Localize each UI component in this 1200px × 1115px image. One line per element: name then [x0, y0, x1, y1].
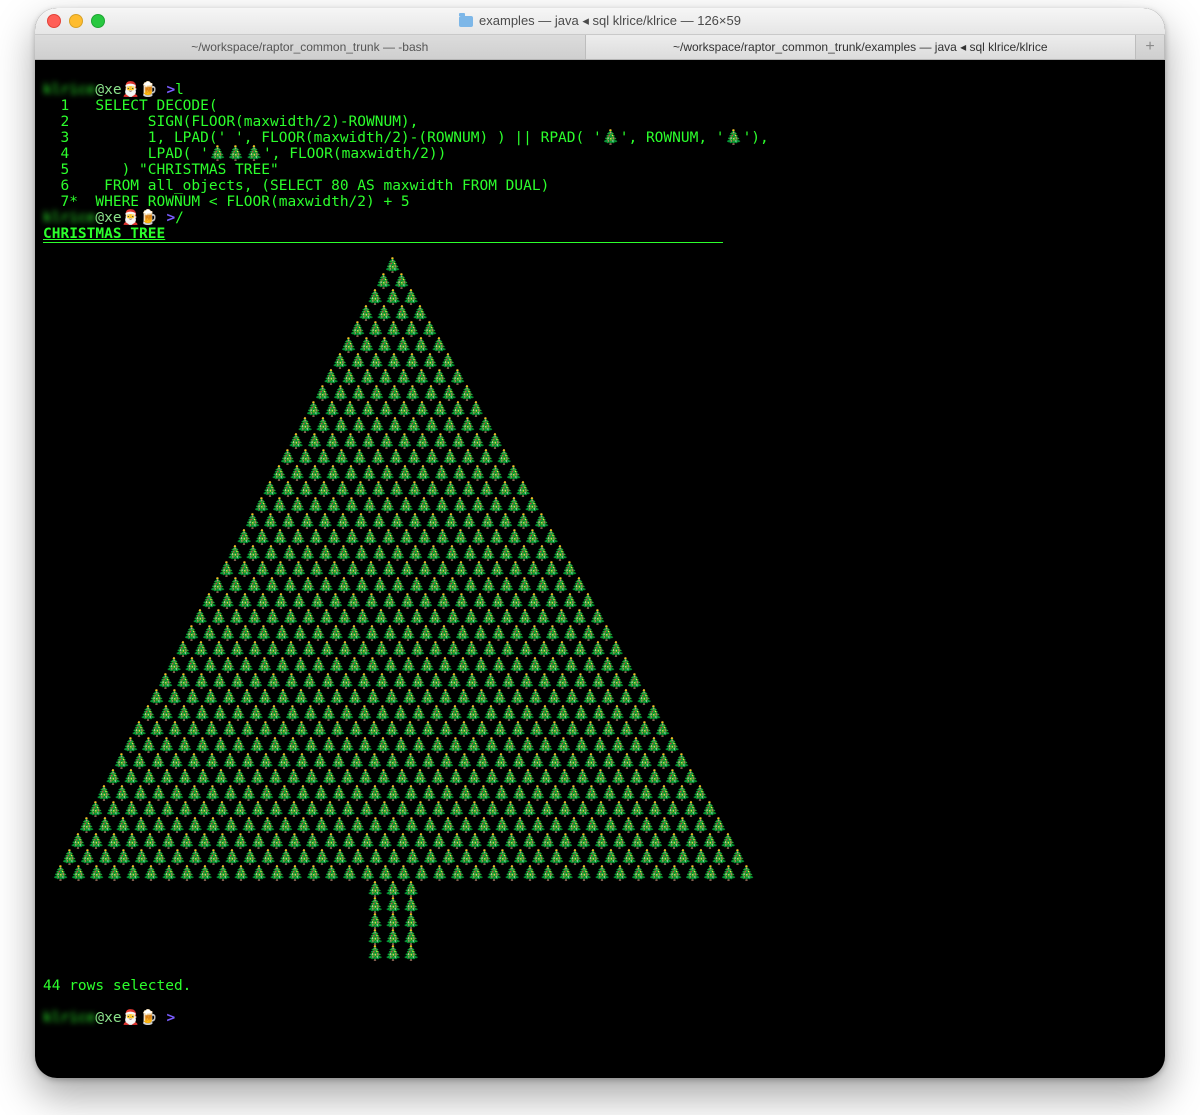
terminal-window: examples — java ◂ sql klrice/klrice — 12…: [35, 8, 1165, 1078]
window-title: examples — java ◂ sql klrice/klrice — 12…: [35, 13, 1165, 29]
prompt-user: klrice: [43, 210, 95, 226]
entered-command-2: /: [175, 210, 184, 226]
folder-icon: [459, 16, 473, 27]
tab-label: ~/workspace/raptor_common_trunk/examples…: [673, 40, 1048, 54]
prompt-host: @xe: [95, 210, 121, 226]
prompt-caret: >: [166, 210, 175, 226]
prompt-emoji: 🎅🍺: [122, 82, 158, 98]
result-column-header: CHRISTMAS TREE: [43, 226, 165, 242]
window-title-text: examples — java ◂ sql klrice/klrice — 12…: [479, 13, 741, 29]
new-tab-button[interactable]: +: [1136, 35, 1165, 59]
prompt-emoji: 🎅🍺: [122, 210, 158, 226]
prompt-host: @xe: [95, 82, 121, 98]
tab-bash[interactable]: ~/workspace/raptor_common_trunk — -bash: [35, 35, 586, 59]
sql-listing: 1 SELECT DECODE( 2 SIGN(FLOOR(maxwidth/2…: [43, 98, 769, 210]
prompt-emoji: 🎅🍺: [122, 1010, 158, 1026]
tab-label: ~/workspace/raptor_common_trunk — -bash: [191, 40, 428, 54]
result-rows: 🎄 🎄🎄 🎄🎄🎄 🎄🎄🎄🎄 🎄🎄🎄🎄🎄: [43, 258, 756, 962]
result-divider: [43, 242, 723, 243]
prompt-user: klrice: [43, 82, 95, 98]
prompt-caret: >: [166, 82, 175, 98]
entered-command-1: l: [175, 82, 184, 98]
tab-sql[interactable]: ~/workspace/raptor_common_trunk/examples…: [586, 35, 1137, 59]
window-titlebar[interactable]: examples — java ◂ sql klrice/klrice — 12…: [35, 8, 1165, 35]
prompt-user: klrice: [43, 1010, 95, 1026]
prompt-caret: >: [166, 1010, 175, 1026]
tab-bar: ~/workspace/raptor_common_trunk — -bash …: [35, 35, 1165, 60]
prompt-host: @xe: [95, 1010, 121, 1026]
rows-selected-status: 44 rows selected.: [43, 978, 191, 994]
terminal-viewport[interactable]: klrice@xe🎅🍺 >l 1 SELECT DECODE( 2 SIGN(F…: [35, 60, 1165, 1078]
